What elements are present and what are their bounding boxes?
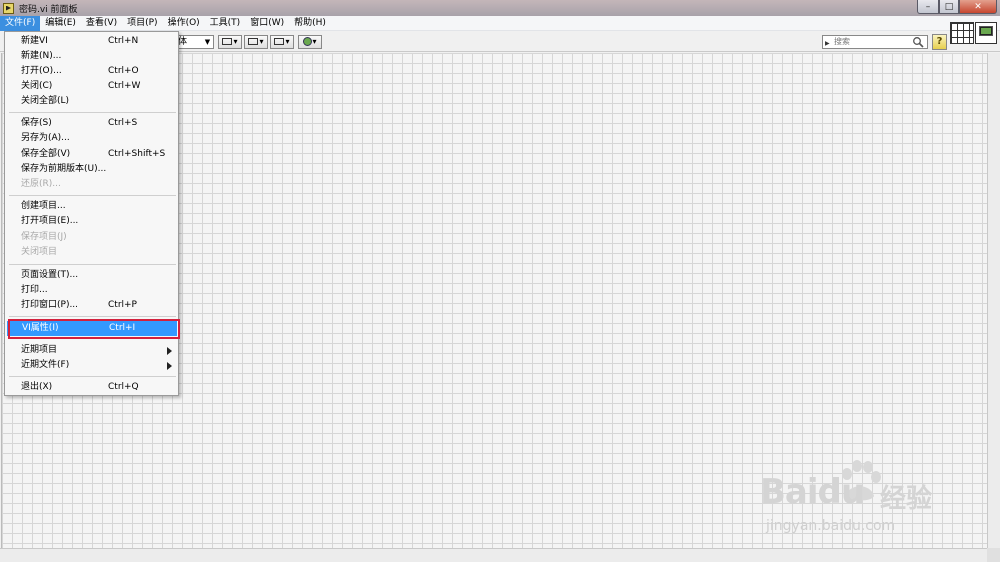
font-select-label: 体 xyxy=(178,37,188,47)
menu-item-save[interactable]: 保存(S) Ctrl+S xyxy=(6,116,177,131)
menu-item-save-project: 保存项目(J) xyxy=(21,232,67,242)
chevron-down-icon: ▾ xyxy=(259,37,264,46)
menu-item-save-previous-version[interactable]: 保存为前期版本(U)... xyxy=(6,162,177,177)
menu-item-save-as[interactable]: 另存为(A)... xyxy=(6,131,177,146)
menu-separator xyxy=(9,195,176,196)
watermark-url: jingyan.baidu.com xyxy=(766,518,896,534)
window-controls: – □ ✕ xyxy=(917,0,997,14)
search-placeholder: 搜索 xyxy=(834,37,850,46)
close-button[interactable]: ✕ xyxy=(959,0,997,14)
distribute-icon xyxy=(248,38,259,45)
baidu-logo-text: Baidu xyxy=(760,472,865,512)
menu-project[interactable]: 项目(P) xyxy=(122,16,162,31)
menu-item-exit[interactable]: 退出(X) Ctrl+Q xyxy=(6,380,177,395)
chevron-down-icon: ▾ xyxy=(233,37,238,46)
search-options-icon: ▶ xyxy=(825,40,830,47)
menu-item-create-project[interactable]: 创建项目... xyxy=(6,199,177,214)
file-menu-dropdown: 新建VI Ctrl+N 新建(N)... 打开(O)... Ctrl+O 关闭(C)… xyxy=(4,31,180,396)
baidu-watermark: Baidu 经验 jingyan.baidu.com xyxy=(760,458,960,538)
menu-separator xyxy=(9,264,176,265)
chevron-down-icon: ▾ xyxy=(285,37,290,46)
submenu-arrow-icon xyxy=(167,362,172,370)
highlight-annotation-box xyxy=(8,319,180,339)
align-icon xyxy=(222,38,233,45)
menu-item-close[interactable]: 关闭(C) Ctrl+W xyxy=(6,79,177,94)
minimize-button[interactable]: – xyxy=(917,0,939,14)
menu-item-recent-files[interactable]: 近期文件(F) xyxy=(6,358,177,373)
menu-item-print[interactable]: 打印... xyxy=(6,283,177,298)
title-bar: 密码.vi 前面板 – □ ✕ xyxy=(0,0,1000,16)
vi-icon[interactable] xyxy=(975,22,997,44)
horizontal-scrollbar[interactable] xyxy=(0,548,1000,562)
menu-item-save-all[interactable]: 保存全部(V) Ctrl+Shift+S xyxy=(6,147,177,162)
menu-window[interactable]: 窗口(W) xyxy=(245,16,289,31)
chevron-down-icon: ▼ xyxy=(204,38,211,46)
connector-pane-icon[interactable] xyxy=(950,22,974,44)
menu-separator xyxy=(9,112,176,113)
menu-separator xyxy=(9,376,176,377)
menu-separator xyxy=(9,316,176,317)
font-select[interactable]: 体 ▼ xyxy=(174,35,214,49)
scrollbar-corner xyxy=(987,548,1000,562)
menu-view[interactable]: 查看(V) xyxy=(81,16,122,31)
menu-item-close-all[interactable]: 关闭全部(L) xyxy=(6,94,177,109)
search-icon xyxy=(913,37,924,48)
labview-vi-icon xyxy=(3,2,14,14)
menu-item-close-project: 关闭项目 xyxy=(21,247,58,257)
menu-item-recent-projects[interactable]: 近期项目 xyxy=(6,343,177,358)
maximize-button[interactable]: □ xyxy=(939,0,959,14)
submenu-arrow-icon xyxy=(167,347,172,355)
menu-file[interactable]: 文件(F) xyxy=(0,15,41,31)
context-help-button[interactable]: ? xyxy=(932,34,947,50)
menu-item-print-window[interactable]: 打印窗口(P)... Ctrl+P xyxy=(6,298,177,313)
jingyan-text: 经验 xyxy=(880,484,933,514)
menu-item-open-project[interactable]: 打开项目(E)... xyxy=(6,214,177,229)
resize-icon xyxy=(274,38,285,45)
reorder-button[interactable]: ▾ xyxy=(298,35,322,49)
menu-bar: 文件(F) 编辑(E) 查看(V) 项目(P) 操作(O) 工具(T) 窗口(W… xyxy=(0,15,1000,31)
menu-item-new-vi[interactable]: 新建VI Ctrl+N xyxy=(6,34,177,49)
distribute-objects-button[interactable]: ▾ xyxy=(244,35,268,49)
window-title: 密码.vi 前面板 xyxy=(19,4,78,15)
menu-operate[interactable]: 操作(O) xyxy=(163,16,205,31)
menu-item-revert: 还原(R)... xyxy=(21,179,61,189)
resize-objects-button[interactable]: ▾ xyxy=(270,35,294,49)
menu-edit[interactable]: 编辑(E) xyxy=(40,16,81,31)
menu-help[interactable]: 帮助(H) xyxy=(289,16,331,31)
align-objects-button[interactable]: ▾ xyxy=(218,35,242,49)
monitor-screen xyxy=(981,28,991,34)
search-input[interactable]: ▶ 搜索 xyxy=(822,35,928,49)
menu-item-open[interactable]: 打开(O)... Ctrl+O xyxy=(6,64,177,79)
menu-item-page-setup[interactable]: 页面设置(T)... xyxy=(6,268,177,283)
menu-item-new[interactable]: 新建(N)... xyxy=(6,49,177,64)
vertical-scrollbar[interactable] xyxy=(987,53,1000,548)
menu-tools[interactable]: 工具(T) xyxy=(205,16,246,31)
chevron-down-icon: ▾ xyxy=(312,37,317,46)
